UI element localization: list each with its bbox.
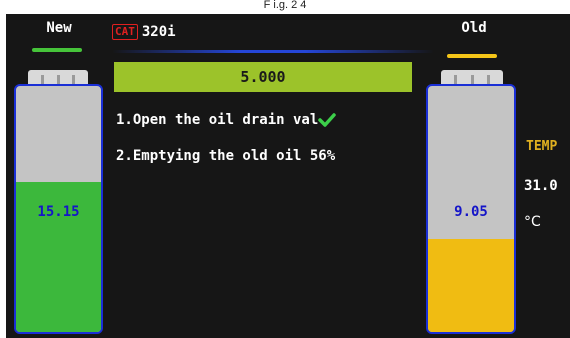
brand-badge: CAT (112, 24, 138, 40)
old-tank-cap (441, 70, 503, 84)
model-name: 320i (141, 24, 176, 40)
new-oil-tank: 15.15 (14, 84, 103, 334)
temperature-label: TEMP (526, 139, 558, 154)
vehicle-model: CAT 320i (112, 24, 176, 40)
oil-change-screen: New 15.15 CAT 320i 5.000 1.Open the oil … (6, 14, 570, 338)
old-oil-tank: 9.05 (426, 84, 516, 334)
progress-value-box: 5.000 (114, 62, 412, 92)
header-divider (112, 50, 434, 53)
temperature-unit: °C (524, 214, 541, 230)
old-oil-level (428, 238, 514, 332)
new-tank-indicator (32, 48, 82, 52)
step-1-text: 1.Open the oil drain val (116, 112, 319, 128)
new-oil-value: 15.15 (37, 204, 80, 220)
old-oil-value: 9.05 (454, 204, 488, 220)
check-icon (318, 113, 337, 127)
step-open-drain-valve: 1.Open the oil drain val (116, 112, 337, 128)
step-2-text: 2.Emptying the old oil 56% (116, 148, 336, 164)
temperature-value: 31.0 (524, 178, 558, 194)
old-tank-indicator (447, 54, 497, 58)
new-tank-cap (28, 70, 88, 84)
step-emptying-old-oil: 2.Emptying the old oil 56% (116, 148, 335, 164)
old-tank-label: Old (461, 20, 487, 36)
new-tank-label: New (46, 20, 72, 36)
figure-caption: F i.g. 2 4 (263, 0, 307, 11)
